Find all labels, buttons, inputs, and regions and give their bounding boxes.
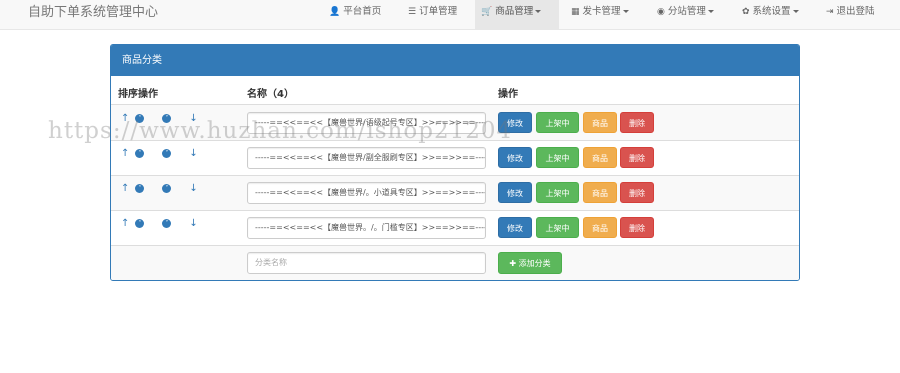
chevron-down-icon: [622, 10, 629, 13]
add-category-button[interactable]: ✚ 添加分类: [498, 252, 562, 274]
nav-label: 系统设置: [752, 6, 791, 17]
list-icon: ☰: [408, 7, 417, 17]
category-name-input[interactable]: -----==<<==<<【魔兽世界/副全服刷专区】>>==>>==-----: [247, 147, 486, 169]
delete-button[interactable]: 删除: [620, 112, 654, 133]
globe-icon: ◉: [657, 7, 665, 17]
divider: [111, 210, 799, 211]
new-category-input[interactable]: 分类名称: [247, 252, 486, 274]
sort-controls: ↑ ˄ ˅ ↓: [121, 218, 204, 229]
nav-products[interactable]: 🛒 商品管理: [475, 0, 559, 30]
move-down-icon[interactable]: ˅: [162, 183, 172, 193]
edit-button[interactable]: 修改: [498, 182, 532, 203]
nav-label: 订单管理: [419, 6, 458, 17]
chevron-down-icon: [792, 10, 799, 13]
chevron-down-icon: [707, 10, 714, 13]
logout-icon: ⇥: [826, 7, 834, 17]
grid-icon: ▦: [571, 7, 580, 17]
watermark-text: https://www.huzhan.com/ishop21204: [48, 118, 513, 144]
nav-logout[interactable]: ⇥ 退出登陆: [820, 0, 881, 30]
on-sale-button[interactable]: 上架中: [536, 112, 579, 133]
header-sort: 排序操作: [118, 89, 158, 100]
category-name-input[interactable]: -----==<<==<<【魔兽世界/。小道具专区】>>==>>==-----: [247, 182, 486, 204]
edit-button[interactable]: 修改: [498, 217, 532, 238]
nav-label: 商品管理: [495, 6, 534, 17]
on-sale-button[interactable]: 上架中: [536, 147, 579, 168]
nav-label: 平台首页: [343, 6, 382, 17]
on-sale-button[interactable]: 上架中: [536, 182, 579, 203]
delete-button[interactable]: 删除: [620, 182, 654, 203]
goods-button[interactable]: 商品: [583, 147, 617, 168]
edit-button[interactable]: 修改: [498, 147, 532, 168]
move-up-icon[interactable]: ˄: [135, 148, 145, 158]
move-down-icon[interactable]: ˅: [162, 218, 172, 228]
goods-button[interactable]: 商品: [583, 112, 617, 133]
move-up-icon[interactable]: ˄: [135, 183, 145, 193]
header-name: 名称（4）: [247, 89, 294, 100]
move-top-icon[interactable]: ↑: [121, 183, 129, 194]
cart-icon: 🛒: [481, 7, 493, 17]
nav-substations[interactable]: ◉ 分站管理: [651, 0, 720, 30]
header-actions: 操作: [498, 89, 518, 100]
move-bottom-icon[interactable]: ↓: [189, 148, 197, 159]
move-top-icon[interactable]: ↑: [121, 148, 129, 159]
app-title[interactable]: 自助下单系统管理中心: [28, 0, 158, 30]
delete-button[interactable]: 删除: [620, 217, 654, 238]
chevron-down-icon: [535, 10, 542, 13]
move-up-icon[interactable]: ˄: [135, 218, 145, 228]
nav-orders[interactable]: ☰ 订单管理: [402, 0, 463, 30]
nav-label: 发卡管理: [582, 6, 621, 17]
nav-label: 分站管理: [667, 6, 706, 17]
category-panel: 商品分类 排序操作 名称（4） 操作 ↑ ˄ ˅ ↓ -----==<<==<<【魔兽…: [110, 44, 800, 281]
goods-button[interactable]: 商品: [583, 217, 617, 238]
move-top-icon[interactable]: ↑: [121, 218, 129, 229]
move-bottom-icon[interactable]: ↓: [189, 183, 197, 194]
nav-cards[interactable]: ▦ 发卡管理: [565, 0, 635, 30]
move-bottom-icon[interactable]: ↓: [189, 218, 197, 229]
move-down-icon[interactable]: ˅: [162, 148, 172, 158]
top-navbar: 自助下单系统管理中心 👤 平台首页 ☰ 订单管理 🛒 商品管理 ▦ 发卡管理 ◉ 分站管理…: [0, 0, 900, 30]
panel-title: 商品分类: [111, 45, 799, 76]
nav-settings[interactable]: ✿ 系统设置: [736, 0, 805, 30]
category-name-input[interactable]: -----==<<==<<【魔兽世界。/。门槛专区】>>==>>==-----: [247, 217, 486, 239]
on-sale-button[interactable]: 上架中: [536, 217, 579, 238]
gear-icon: ✿: [742, 7, 750, 17]
user-icon: 👤: [329, 7, 341, 17]
delete-button[interactable]: 删除: [620, 147, 654, 168]
sort-controls: ↑ ˄ ˅ ↓: [121, 183, 204, 194]
goods-button[interactable]: 商品: [583, 182, 617, 203]
nav-home[interactable]: 👤 平台首页: [323, 0, 387, 30]
sort-controls: ↑ ˄ ˅ ↓: [121, 148, 204, 159]
nav-label: 退出登陆: [836, 6, 875, 17]
